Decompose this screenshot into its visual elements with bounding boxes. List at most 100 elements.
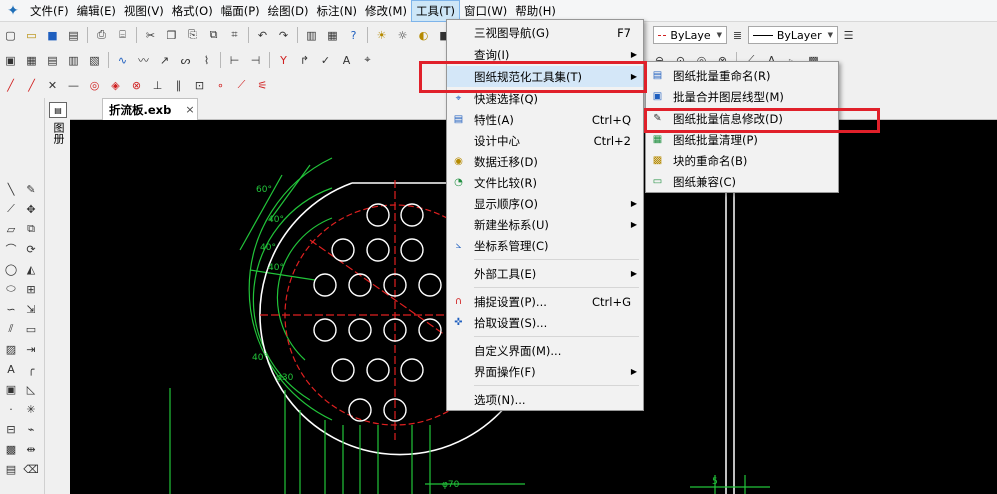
menu-item-ui-operations[interactable]: 界面操作(F) ▶ — [447, 361, 643, 382]
menu-item-design-center[interactable]: 设计中心 Ctrl+2 — [447, 130, 643, 151]
submenu-item-batch-rename[interactable]: ▤ 图纸批量重命名(R) — [646, 65, 838, 86]
open-file-icon[interactable]: ▭ — [22, 26, 41, 45]
fillet-icon[interactable]: ╭ — [22, 360, 40, 378]
snap-clear-icon[interactable]: ⚟ — [253, 76, 272, 95]
menu-item-pick-settings[interactable]: ✜ 拾取设置(S)... — [447, 312, 643, 333]
offset-icon[interactable]: ⫽ — [2, 320, 20, 338]
snap-quadrant-icon[interactable]: ◈ — [106, 76, 125, 95]
format-painter-icon[interactable]: ⌗ — [225, 26, 244, 45]
print-preview-icon[interactable]: ⌸ — [113, 26, 132, 45]
point-icon[interactable]: · — [2, 400, 20, 418]
menu-item-three-view-nav[interactable]: 三视图导航(G) F7 — [447, 22, 643, 43]
snap-perpendicular-icon[interactable]: ⊥ — [148, 76, 167, 95]
curve-icon[interactable]: ᔕ — [176, 51, 195, 70]
menu-item-ucs-manager[interactable]: ⦣ 坐标系管理(C) — [447, 235, 643, 256]
layer-bulb-icon[interactable]: ☀ — [372, 26, 391, 45]
stretch-icon[interactable]: ▭ — [22, 320, 40, 338]
drawing-library-label[interactable]: 图册 — [51, 122, 65, 144]
tolerance-icon[interactable]: ⌖ — [358, 51, 377, 70]
dim-aligned-icon[interactable]: ⊣ — [246, 51, 265, 70]
rectangle-icon[interactable]: ▱ — [2, 220, 20, 238]
circle-icon[interactable]: ◯ — [2, 260, 20, 278]
new-file-icon[interactable]: ▢ — [1, 26, 20, 45]
cut-icon[interactable]: ✂ — [141, 26, 160, 45]
menu-draw[interactable]: 绘图(D) — [264, 0, 313, 22]
copy-icon[interactable]: ❐ — [162, 26, 181, 45]
draw-line-icon[interactable]: ╲ — [2, 180, 20, 198]
snap-center-icon[interactable]: ◎ — [85, 76, 104, 95]
text-icon[interactable]: A — [337, 51, 356, 70]
arrow-icon[interactable]: ↗ — [155, 51, 174, 70]
save-icon[interactable]: ■ — [43, 26, 62, 45]
snap-line-icon[interactable]: ╱ — [1, 76, 20, 95]
text-draw-icon[interactable]: A — [2, 360, 20, 378]
explode-icon[interactable]: ✳ — [22, 400, 40, 418]
snap-intersection-icon[interactable]: ⊗ — [127, 76, 146, 95]
paste-special-icon[interactable]: ⧉ — [204, 26, 223, 45]
break-object-icon[interactable]: ⌁ — [22, 420, 40, 438]
snap-insert-icon[interactable]: ⊡ — [190, 76, 209, 95]
menu-item-external-tools[interactable]: 外部工具(E) ▶ — [447, 263, 643, 284]
linetype-combo[interactable]: ByLayer ▼ — [748, 26, 838, 44]
menu-item-data-migration[interactable]: ◉ 数据迁移(D) — [447, 151, 643, 172]
dim-linear-icon[interactable]: ⊢ — [225, 51, 244, 70]
layer-sun-icon[interactable]: ☼ — [393, 26, 412, 45]
ortho-icon[interactable]: ▥ — [64, 51, 83, 70]
drawing-library-icon[interactable]: ▤ — [49, 102, 67, 118]
break-icon[interactable]: ⌇ — [197, 51, 216, 70]
snap-node-icon[interactable]: ∘ — [211, 76, 230, 95]
polyline-icon[interactable]: ⟋ — [2, 200, 20, 218]
dim-angle-icon[interactable]: Y — [274, 51, 293, 70]
snap-nearest-icon[interactable]: ⟋ — [232, 76, 251, 95]
menu-item-properties[interactable]: ▤ 特性(A) Ctrl+Q — [447, 109, 643, 130]
menu-modify[interactable]: 修改(M) — [361, 0, 411, 22]
block-icon[interactable]: ▣ — [2, 380, 20, 398]
linestyle-combo[interactable]: ByLaye ▼ — [653, 26, 727, 44]
image-icon[interactable]: ▩ — [2, 440, 20, 458]
mirror-icon[interactable]: ◭ — [22, 260, 40, 278]
layer-icon[interactable]: ▤ — [2, 460, 20, 478]
undo-icon[interactable]: ↶ — [253, 26, 272, 45]
line-weight-icon[interactable]: ☰ — [839, 26, 858, 45]
table-icon[interactable]: ▧ — [85, 51, 104, 70]
extend-icon[interactable]: ⇥ — [22, 340, 40, 358]
paste-icon[interactable]: ⎘ — [183, 26, 202, 45]
menu-dimension[interactable]: 标注(N) — [312, 0, 361, 22]
submenu-item-merge-layers[interactable]: ▣ 批量合并图层线型(M) — [646, 86, 838, 107]
trim-icon[interactable]: ✎ — [22, 180, 40, 198]
dim-radius-icon[interactable]: ↱ — [295, 51, 314, 70]
menu-item-file-compare[interactable]: ◔ 文件比较(R) — [447, 172, 643, 193]
move-icon[interactable]: ✥ — [22, 200, 40, 218]
spline-icon[interactable]: ∿ — [113, 51, 132, 70]
document-tab[interactable]: 折流板.exb × — [102, 98, 198, 120]
snap-cross-icon[interactable]: ✕ — [43, 76, 62, 95]
design-center-icon[interactable]: ▦ — [323, 26, 342, 45]
select-all-icon[interactable]: ▣ — [1, 51, 20, 70]
wave-icon[interactable]: 〰 — [134, 51, 153, 70]
print-icon[interactable]: ⎙ — [92, 26, 111, 45]
properties-icon[interactable]: ▥ — [302, 26, 321, 45]
menu-sheet[interactable]: 幅面(P) — [217, 0, 264, 22]
copy-object-icon[interactable]: ⧉ — [22, 220, 40, 238]
close-icon[interactable]: × — [185, 103, 194, 116]
check-icon[interactable]: ✓ — [316, 51, 335, 70]
layer-lock-icon[interactable]: ◐ — [414, 26, 433, 45]
spline-draw-icon[interactable]: ∽ — [2, 300, 20, 318]
menu-format[interactable]: 格式(O) — [168, 0, 217, 22]
grid-icon[interactable]: ▦ — [22, 51, 41, 70]
menu-item-display-order[interactable]: 显示顺序(O) ▶ — [447, 193, 643, 214]
menu-item-options[interactable]: 选项(N)... — [447, 389, 643, 410]
submenu-item-compatibility[interactable]: ▭ 图纸兼容(C) — [646, 171, 838, 192]
rotate-icon[interactable]: ⟳ — [22, 240, 40, 258]
table-draw-icon[interactable]: ⊟ — [2, 420, 20, 438]
menu-edit[interactable]: 编辑(E) — [73, 0, 120, 22]
menu-item-new-ucs[interactable]: 新建坐标系(U) ▶ — [447, 214, 643, 235]
save-as-icon[interactable]: ▤ — [64, 26, 83, 45]
menu-item-snap-settings[interactable]: ∩ 捕捉设置(P)... Ctrl+G — [447, 291, 643, 312]
snap-icon[interactable]: ▤ — [43, 51, 62, 70]
menu-view[interactable]: 视图(V) — [120, 0, 168, 22]
arc-icon[interactable]: ⌒ — [2, 240, 20, 258]
chamfer-icon[interactable]: ◺ — [22, 380, 40, 398]
help-icon[interactable]: ? — [344, 26, 363, 45]
ellipse-icon[interactable]: ⬭ — [2, 280, 20, 298]
